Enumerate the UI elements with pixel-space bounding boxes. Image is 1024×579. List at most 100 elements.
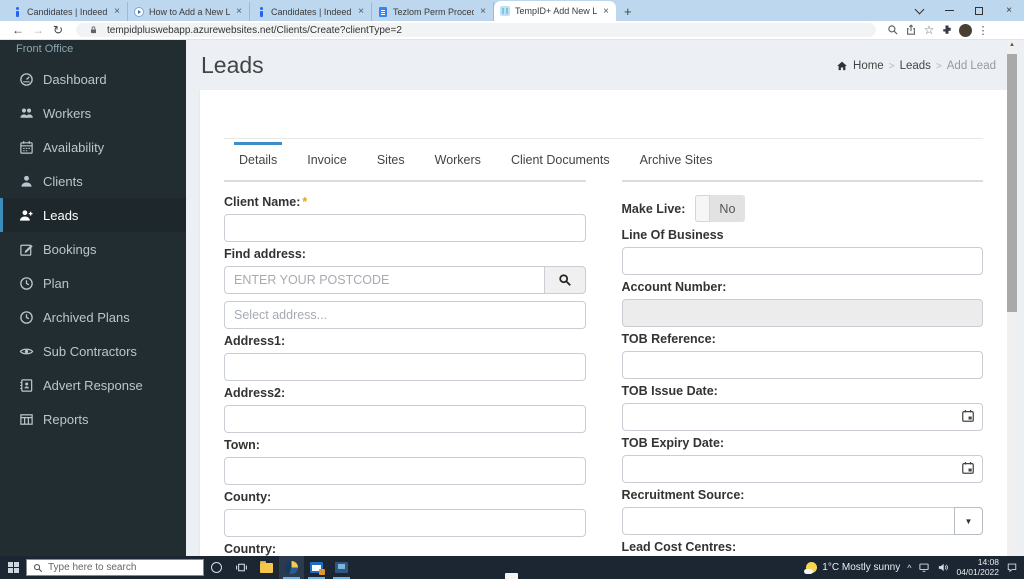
page-scrollbar[interactable]: ▲	[1007, 40, 1017, 556]
breadcrumb-leads[interactable]: Leads	[900, 60, 931, 72]
tab-archive-sites[interactable]: Archive Sites	[625, 147, 728, 180]
table-icon	[19, 412, 34, 427]
cortana-icon[interactable]	[204, 556, 229, 579]
forward-icon[interactable]: →	[28, 23, 48, 37]
sidebar-item-label: Plan	[43, 276, 69, 291]
make-live-toggle[interactable]: No	[695, 195, 745, 222]
tab-close-icon[interactable]: ×	[602, 6, 610, 17]
sidebar-item-label: Bookings	[43, 242, 96, 257]
action-center-icon[interactable]	[1006, 562, 1018, 573]
browser-tab[interactable]: Candidates | Indeed.com ×	[6, 2, 128, 21]
sidebar-item-advert-response[interactable]: Advert Response	[0, 368, 186, 402]
tab-title: How to Add a New Lead onto Te	[149, 7, 230, 17]
browser-menu-icon[interactable]: ⋮	[974, 22, 992, 38]
taskbar-search[interactable]	[26, 559, 204, 576]
tab-close-icon[interactable]: ×	[113, 6, 121, 17]
calendar-icon[interactable]	[961, 461, 975, 475]
bookmark-star-icon[interactable]: ☆	[920, 22, 938, 38]
tab-sites[interactable]: Sites	[362, 147, 420, 180]
tray-chevron-icon[interactable]: ^	[907, 563, 911, 573]
tab-details[interactable]: Details	[224, 147, 292, 180]
sidebar-item-bookings[interactable]: Bookings	[0, 232, 186, 266]
taskbar-clock[interactable]: 14:08 04/01/2022	[956, 558, 999, 577]
system-tray: 1°C Mostly sunny ^ 14:08 04/01/2022	[806, 558, 1024, 577]
address2-input[interactable]	[224, 405, 586, 433]
field-lead-cost-centres: Lead Cost Centres:	[622, 540, 984, 555]
tab-invoice[interactable]: Invoice	[292, 147, 362, 180]
line-of-business-input[interactable]	[622, 247, 984, 275]
window-minimize-button[interactable]	[934, 0, 964, 21]
back-icon[interactable]: ←	[8, 23, 28, 37]
tob-reference-label: TOB Reference:	[622, 332, 984, 347]
sidebar-item-dashboard[interactable]: Dashboard	[0, 62, 186, 96]
sidebar-item-reports[interactable]: Reports	[0, 402, 186, 436]
browser-tab[interactable]: Candidates | Indeed.com ×	[250, 2, 372, 21]
sidebar-item-clients[interactable]: Clients	[0, 164, 186, 198]
breadcrumb-home[interactable]: Home	[853, 60, 884, 72]
scrollbar-up-icon[interactable]: ▲	[1009, 42, 1015, 48]
taskbar-search-input[interactable]	[48, 562, 178, 573]
county-input[interactable]	[224, 509, 586, 537]
search-icon	[558, 273, 572, 287]
dashboard-icon	[19, 72, 34, 87]
postcode-input[interactable]	[224, 266, 544, 294]
tab-workers[interactable]: Workers	[420, 147, 496, 180]
share-icon[interactable]	[902, 22, 920, 38]
calendar-icon[interactable]	[961, 409, 975, 423]
tab-close-icon[interactable]: ×	[235, 6, 243, 17]
extension-icon[interactable]	[938, 22, 956, 38]
window-maximize-button[interactable]	[964, 0, 994, 21]
tob-issue-date-input[interactable]	[622, 403, 984, 431]
tab-close-icon[interactable]: ×	[357, 6, 365, 17]
url-text: tempidpluswebapp.azurewebsites.net/Clien…	[107, 25, 402, 36]
file-explorer-icon[interactable]	[254, 556, 279, 579]
new-tab-button[interactable]: +	[616, 4, 640, 21]
lock-icon	[84, 22, 102, 38]
postcode-search-button[interactable]	[544, 266, 586, 294]
browser-tab[interactable]: How to Add a New Lead onto Te ×	[128, 2, 250, 21]
browser-tab[interactable]: Tezlom Perm Procedure - Googl ×	[372, 2, 494, 21]
account-number-label: Account Number:	[622, 280, 984, 295]
chevron-down-icon[interactable]: ▼	[954, 507, 983, 535]
monitor-icon[interactable]	[918, 562, 930, 573]
tob-reference-input[interactable]	[622, 351, 984, 379]
volume-icon[interactable]	[937, 562, 949, 573]
tab-client-documents[interactable]: Client Documents	[496, 147, 625, 180]
weather-widget[interactable]: 1°C Mostly sunny	[806, 562, 900, 573]
start-button[interactable]	[0, 556, 26, 579]
recruitment-source-select[interactable]	[622, 507, 984, 535]
scrollbar-thumb[interactable]	[1007, 54, 1017, 312]
profile-avatar[interactable]	[956, 22, 974, 38]
address1-input[interactable]	[224, 353, 586, 381]
video-marker	[505, 573, 518, 579]
tob-expiry-date-input[interactable]	[622, 455, 984, 483]
address-book-icon	[19, 378, 34, 393]
reload-icon[interactable]: ↻	[48, 23, 68, 37]
field-address1: Address1:	[224, 334, 586, 381]
task-view-icon[interactable]	[229, 556, 254, 579]
make-live-value: No	[719, 202, 735, 216]
mail-app-icon[interactable]	[304, 556, 329, 579]
sidebar-item-label: Sub Contractors	[43, 344, 137, 359]
main-content: Leads Home > Leads > Add Lead Details In…	[186, 40, 1024, 556]
tab-close-icon[interactable]: ×	[479, 6, 487, 17]
browser-taskbar-icon[interactable]	[279, 556, 304, 579]
sidebar-item-leads[interactable]: Leads	[0, 198, 186, 232]
field-town: Town:	[224, 438, 586, 485]
select-address-input[interactable]	[224, 301, 586, 329]
sidebar-item-plan[interactable]: Plan	[0, 266, 186, 300]
remote-app-icon[interactable]	[329, 556, 354, 579]
client-name-input[interactable]	[224, 214, 586, 242]
url-bar[interactable]: tempidpluswebapp.azurewebsites.net/Clien…	[76, 23, 876, 37]
sidebar-item-archived-plans[interactable]: Archived Plans	[0, 300, 186, 334]
home-icon	[836, 60, 848, 72]
window-chevron-icon[interactable]	[904, 0, 934, 21]
address2-label: Address2:	[224, 386, 586, 401]
window-close-button[interactable]: ×	[994, 0, 1024, 21]
page-zoom-icon[interactable]	[884, 22, 902, 38]
town-input[interactable]	[224, 457, 586, 485]
browser-tab-active[interactable]: TempID+ Add New Lead ×	[494, 1, 616, 21]
sidebar-item-availability[interactable]: Availability	[0, 130, 186, 164]
sidebar-item-sub-contractors[interactable]: Sub Contractors	[0, 334, 186, 368]
sidebar-item-workers[interactable]: Workers	[0, 96, 186, 130]
